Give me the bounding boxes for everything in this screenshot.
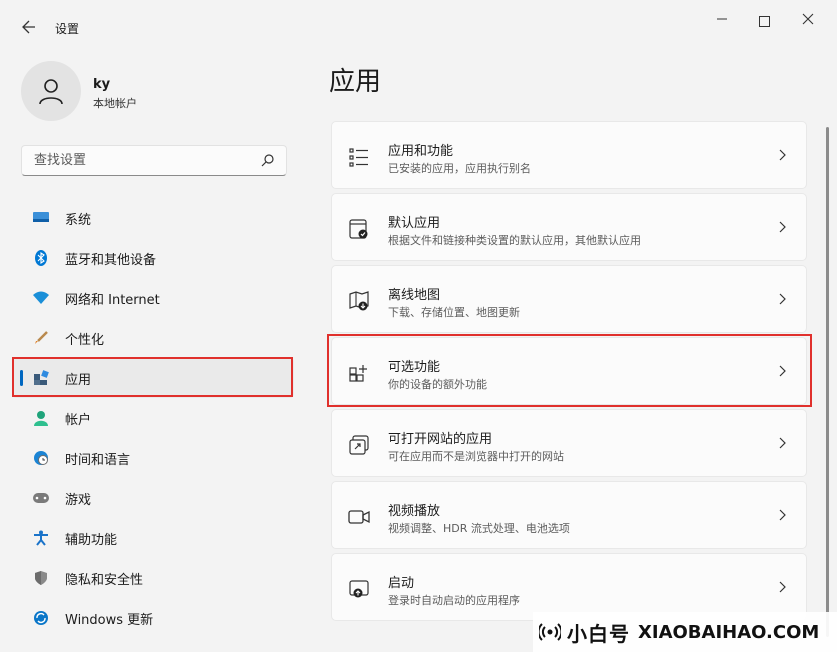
chevron-right-icon — [779, 581, 786, 593]
sidebar-item-system[interactable]: 系统 — [12, 198, 294, 238]
row-title: 启动 — [388, 576, 415, 591]
sidebar-item-gaming[interactable]: 游戏 — [12, 478, 294, 518]
search-icon[interactable] — [260, 153, 276, 169]
row-subtitle: 可在应用而不是浏览器中打开的网站 — [388, 450, 564, 463]
default-apps-icon — [349, 219, 368, 239]
settings-row-default-apps[interactable]: 默认应用 根据文件和链接种类设置的默认应用，其他默认应用 — [331, 193, 807, 261]
chevron-right-icon — [779, 293, 786, 305]
account-type: 本地帐户 — [93, 97, 137, 110]
gamepad-icon — [32, 490, 50, 506]
sidebar-item-label: 个性化 — [65, 332, 105, 348]
highlight-box-optional-features — [327, 334, 812, 407]
minimize-button[interactable] — [702, 8, 742, 34]
sidebar-item-label: 帐户 — [65, 412, 92, 428]
window-title: 设置 — [55, 22, 80, 36]
watermark-badge: 小白号 XIAOBAIHAO.COM — [533, 612, 837, 652]
system-icon — [32, 210, 50, 226]
back-arrow-icon[interactable] — [14, 14, 44, 44]
search-box[interactable] — [21, 145, 287, 176]
settings-row-apps-features[interactable]: 应用和功能 已安装的应用，应用执行别名 — [331, 121, 807, 189]
row-subtitle: 登录时自动启动的应用程序 — [388, 594, 520, 607]
maximize-button[interactable] — [744, 8, 784, 34]
row-subtitle: 下载、存储位置、地图更新 — [388, 306, 520, 319]
sidebar-item-windows-update[interactable]: Windows 更新 — [12, 598, 294, 638]
page-title: 应用 — [329, 67, 382, 97]
sidebar-item-label: 辅助功能 — [65, 532, 118, 548]
row-subtitle: 根据文件和链接种类设置的默认应用，其他默认应用 — [388, 234, 641, 247]
maximize-icon — [758, 15, 770, 27]
sidebar-item-privacy[interactable]: 隐私和安全性 — [12, 558, 294, 598]
offline-map-icon — [349, 291, 369, 311]
sidebar-item-label: 蓝牙和其他设备 — [65, 252, 157, 268]
chevron-right-icon — [779, 149, 786, 161]
sidebar-item-label: 游戏 — [65, 492, 92, 508]
row-title: 默认应用 — [388, 216, 441, 231]
sidebar-item-label: 时间和语言 — [65, 452, 131, 468]
row-title: 视频播放 — [388, 504, 441, 519]
sidebar-item-accounts[interactable]: 帐户 — [12, 398, 294, 438]
chevron-right-icon — [779, 437, 786, 449]
sidebar-item-label: 隐私和安全性 — [65, 572, 144, 588]
scrollbar[interactable] — [826, 127, 829, 637]
sidebar-item-label: Windows 更新 — [65, 612, 154, 628]
row-subtitle: 已安装的应用，应用执行别名 — [388, 162, 531, 175]
open-website-icon — [349, 435, 369, 455]
row-title: 应用和功能 — [388, 144, 454, 159]
clock-globe-icon — [32, 450, 50, 466]
sidebar-item-personalization[interactable]: 个性化 — [12, 318, 294, 358]
user-name: ky — [93, 77, 111, 92]
settings-row-apps-for-websites[interactable]: 可打开网站的应用 可在应用而不是浏览器中打开的网站 — [331, 409, 807, 477]
startup-icon — [349, 580, 369, 598]
accessibility-icon — [32, 530, 50, 546]
apps-features-icon — [349, 148, 368, 167]
sidebar-nav: 系统 蓝牙和其他设备 网络和 Internet 个性化 应用 帐户 时间和语言 … — [12, 198, 294, 638]
account-icon — [32, 410, 50, 426]
sidebar-item-network[interactable]: 网络和 Internet — [12, 278, 294, 318]
watermark-text-cn: 小白号 — [567, 621, 630, 646]
settings-row-startup[interactable]: 启动 登录时自动启动的应用程序 — [331, 553, 807, 621]
watermark-text-en: XIAOBAIHAO.COM — [638, 621, 820, 643]
close-button[interactable] — [788, 8, 828, 34]
title-bar: 设置 — [0, 0, 837, 44]
row-title: 离线地图 — [388, 288, 441, 303]
sidebar-item-accessibility[interactable]: 辅助功能 — [12, 518, 294, 558]
avatar[interactable] — [21, 61, 81, 121]
broadcast-icon — [539, 623, 561, 641]
sidebar-item-time-language[interactable]: 时间和语言 — [12, 438, 294, 478]
sidebar-item-bluetooth[interactable]: 蓝牙和其他设备 — [12, 238, 294, 278]
row-subtitle: 视频调整、HDR 流式处理、电池选项 — [388, 522, 570, 535]
shield-icon — [32, 570, 50, 586]
bluetooth-icon — [32, 250, 50, 266]
chevron-right-icon — [779, 509, 786, 521]
sidebar-item-label: 系统 — [65, 212, 92, 228]
settings-row-offline-maps[interactable]: 离线地图 下载、存储位置、地图更新 — [331, 265, 807, 333]
settings-row-video-playback[interactable]: 视频播放 视频调整、HDR 流式处理、电池选项 — [331, 481, 807, 549]
highlight-box-sidebar — [12, 357, 293, 397]
update-icon — [32, 610, 50, 626]
search-input[interactable] — [32, 152, 256, 169]
video-icon — [348, 510, 370, 524]
row-title: 可打开网站的应用 — [388, 432, 493, 447]
chevron-right-icon — [779, 221, 786, 233]
wifi-icon — [32, 290, 50, 306]
user-icon — [39, 79, 63, 105]
sidebar-item-label: 网络和 Internet — [65, 292, 160, 308]
brush-icon — [32, 330, 50, 346]
